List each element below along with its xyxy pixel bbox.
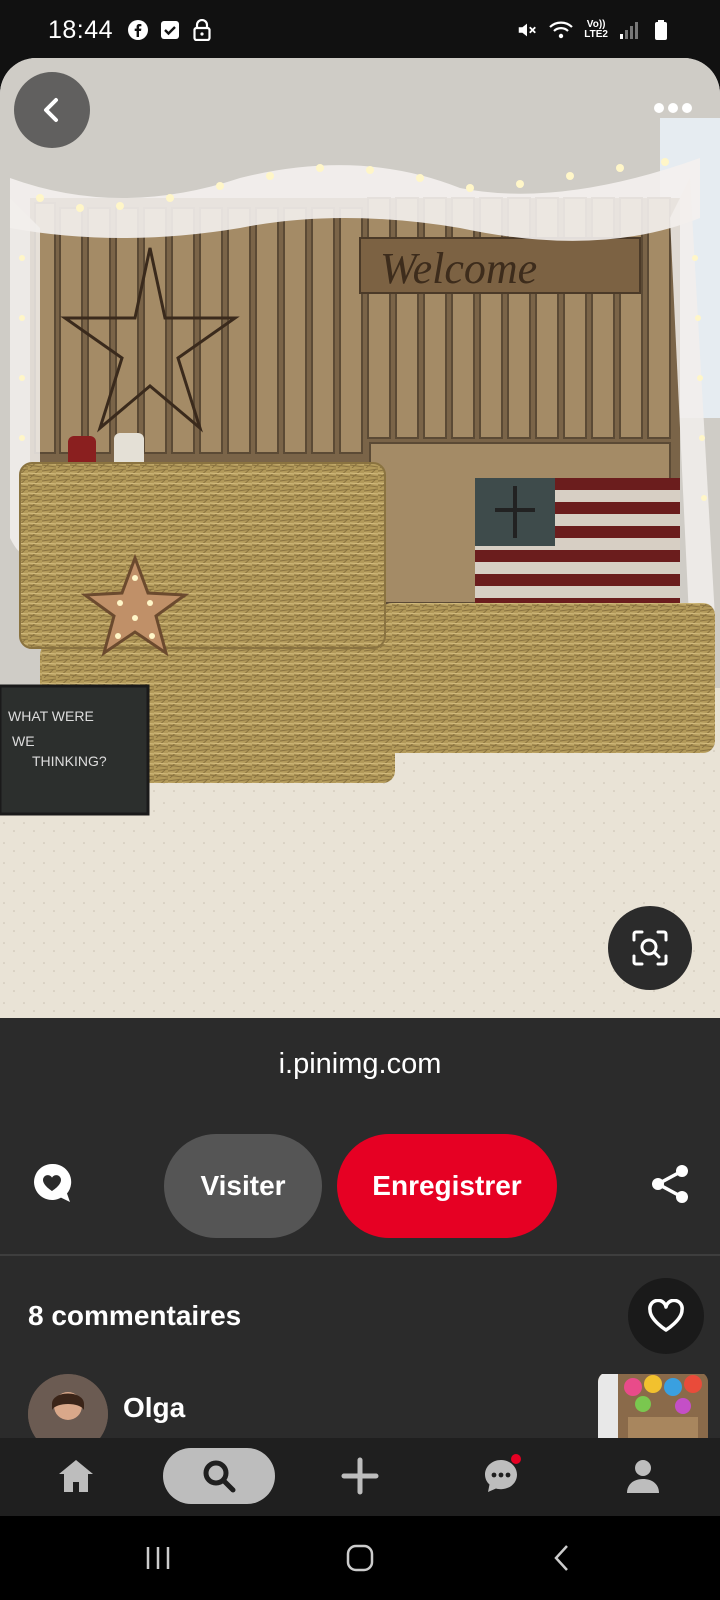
comment-button[interactable] [28, 1160, 76, 1208]
comment-item[interactable]: Olga [28, 1374, 718, 1438]
visit-button[interactable]: Visiter [164, 1134, 322, 1238]
checkbox-icon [159, 19, 181, 41]
comment-heart-icon [34, 1163, 72, 1202]
status-system-icons: Vo)) LTE2 [516, 19, 672, 41]
nav-search[interactable] [163, 1448, 275, 1504]
lock-icon [191, 19, 213, 41]
nav-create[interactable] [334, 1452, 386, 1500]
lte-label: LTE2 [584, 29, 608, 40]
home-system-button[interactable] [340, 1538, 380, 1578]
chevron-left-icon [44, 98, 58, 122]
wifi-icon [548, 19, 574, 41]
battery-icon [650, 19, 672, 41]
home-square-icon [346, 1544, 374, 1572]
search-icon [203, 1460, 236, 1493]
nav-home[interactable] [50, 1452, 102, 1500]
heart-icon [648, 1299, 684, 1332]
comment-photo-thumbnail[interactable] [598, 1374, 708, 1438]
more-options-button[interactable] [648, 88, 698, 128]
system-navigation-bar [0, 1516, 720, 1600]
recent-apps-button[interactable] [138, 1538, 178, 1578]
chalkboard-line-3: THINKING? [32, 753, 107, 769]
section-divider [0, 1254, 720, 1256]
visual-search-button[interactable] [608, 906, 692, 990]
comment-username[interactable]: Olga [123, 1392, 185, 1424]
status-notification-icons [127, 19, 213, 41]
back-button[interactable] [14, 72, 90, 148]
pin-photo: Welcome WHAT WERE WE THINKING? [0, 58, 720, 1018]
status-bar: 18:44 Vo)) LTE2 [0, 0, 720, 60]
pin-image[interactable]: Welcome WHAT WERE WE THINKING? [0, 58, 720, 1018]
wooden-flag [475, 478, 680, 613]
chalkboard-line-2: WE [12, 733, 35, 749]
lens-search-icon [632, 930, 668, 966]
share-button[interactable] [648, 1162, 692, 1206]
mute-icon [516, 19, 538, 41]
chalkboard-line-1: WHAT WERE [8, 708, 94, 724]
back-system-button[interactable] [542, 1538, 582, 1578]
plus-icon [341, 1457, 379, 1495]
signal-icon [618, 19, 640, 41]
avatar[interactable] [28, 1374, 108, 1438]
action-bar: Visiter Enregistrer [0, 1134, 720, 1238]
back-arrow-icon [554, 1545, 568, 1571]
welcome-sign-text: Welcome [380, 244, 537, 293]
recent-apps-icon [146, 1547, 170, 1569]
chalkboard [0, 684, 150, 816]
facebook-icon [127, 19, 149, 41]
like-button[interactable] [628, 1278, 704, 1354]
nav-profile[interactable] [617, 1452, 669, 1500]
source-domain[interactable]: i.pinimg.com [0, 1048, 720, 1081]
share-icon [652, 1165, 688, 1203]
bottom-navigation [0, 1438, 720, 1516]
network-type-label: Vo)) LTE2 [584, 20, 608, 40]
pin-detail-panel: i.pinimg.com Visiter Enregistrer 8 comme… [0, 1018, 720, 1438]
comments-count: 8 commentaires [28, 1300, 242, 1331]
save-button[interactable]: Enregistrer [337, 1134, 557, 1238]
profile-icon [627, 1460, 659, 1493]
more-horizontal-icon [654, 103, 692, 113]
home-icon [59, 1460, 93, 1492]
status-time: 18:44 [48, 15, 114, 44]
notification-dot [511, 1454, 521, 1464]
nav-messages[interactable] [475, 1452, 527, 1500]
